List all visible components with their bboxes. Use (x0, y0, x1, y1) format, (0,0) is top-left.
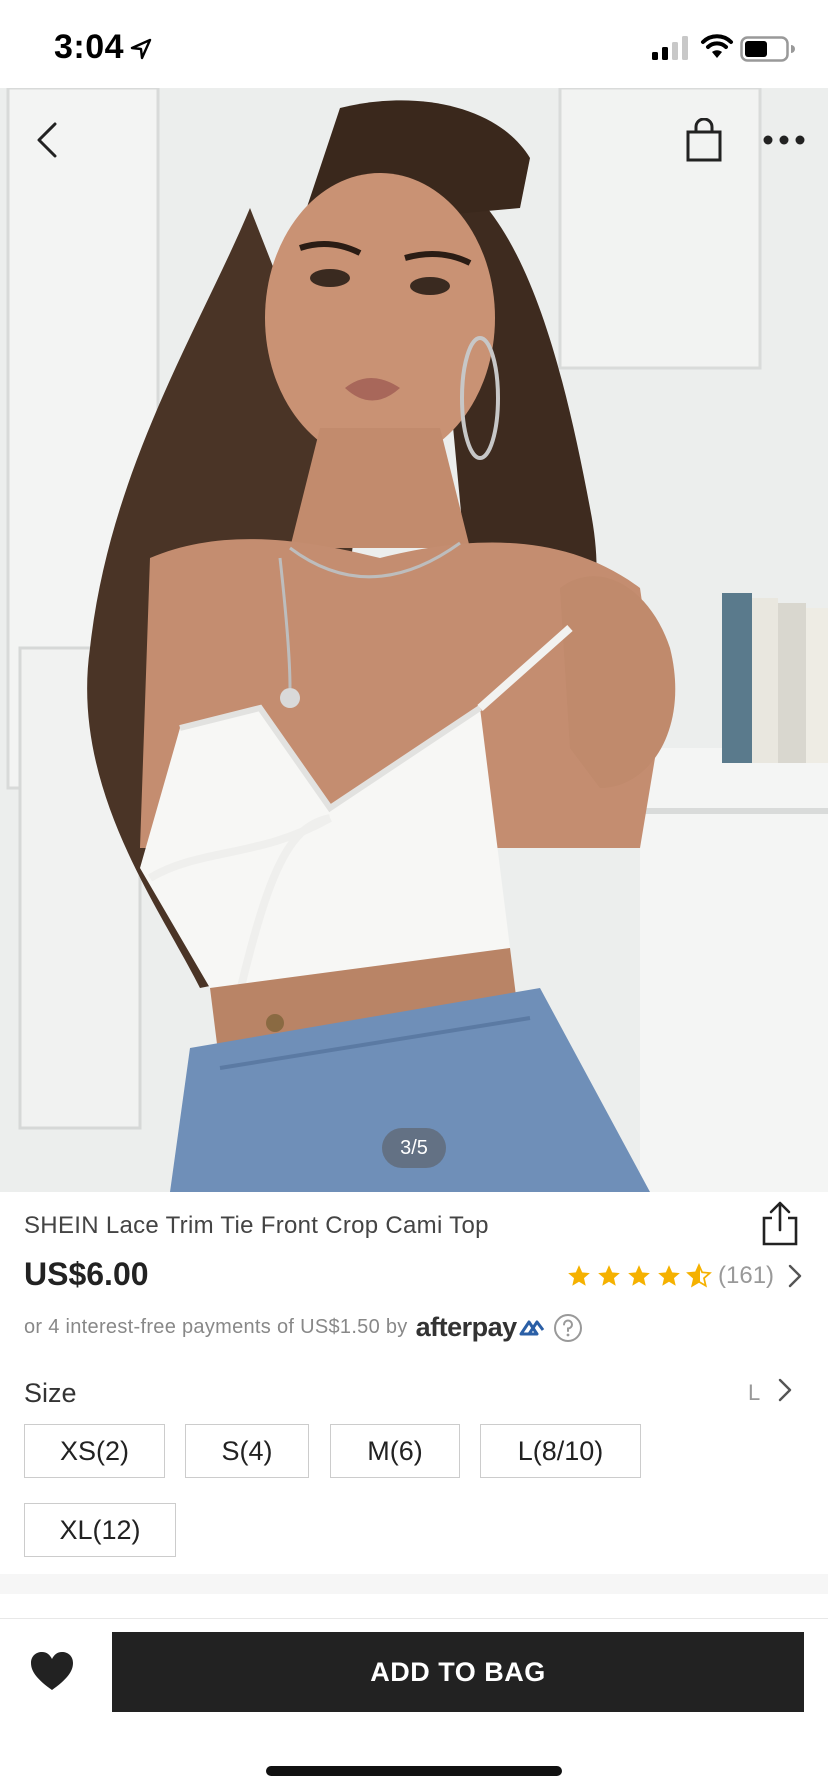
shopping-bag-button[interactable] (674, 110, 734, 170)
home-indicator[interactable] (266, 1766, 562, 1776)
cellular-signal-icon (652, 36, 688, 60)
status-bar: 3:04 (0, 0, 828, 88)
back-chevron-icon (37, 122, 57, 158)
battery-icon (740, 36, 795, 62)
size-option-s[interactable]: S(4) (185, 1424, 309, 1478)
location-arrow-icon (130, 38, 152, 60)
gallery-pager: 3/5 (382, 1128, 446, 1168)
wifi-icon (701, 34, 733, 58)
share-icon[interactable] (758, 1200, 802, 1248)
more-options-button[interactable] (754, 110, 814, 170)
afterpay-text: or 4 interest-free payments of US$1.50 b… (24, 1316, 408, 1338)
rating-stars (566, 1263, 712, 1289)
rating-count: (161) (718, 1262, 775, 1289)
afterpay-arrows-icon (519, 1320, 544, 1335)
product-photo (0, 88, 828, 1192)
half-star-icon (686, 1263, 712, 1288)
size-option-xl[interactable]: XL(12) (24, 1503, 176, 1557)
product-price: US$6.00 (24, 1256, 149, 1292)
rating-summary[interactable]: (161) (566, 1262, 802, 1290)
chevron-right-icon[interactable] (778, 1378, 792, 1402)
bottom-bar-divider (0, 1618, 828, 1619)
size-selected-value[interactable]: L (748, 1380, 760, 1406)
afterpay-row: or 4 interest-free payments of US$1.50 b… (24, 1312, 583, 1343)
status-time: 3:04 (54, 28, 125, 66)
star-icon (568, 1265, 590, 1286)
shopping-bag-icon (686, 118, 722, 162)
star-icon (658, 1265, 680, 1286)
product-image-gallery[interactable]: 3/5 (0, 88, 828, 1192)
section-divider (0, 1574, 828, 1594)
size-option-l[interactable]: L(8/10) (480, 1424, 641, 1478)
product-title: SHEIN Lace Trim Tie Front Crop Cami Top (24, 1212, 489, 1239)
heart-icon[interactable] (28, 1648, 76, 1696)
afterpay-logo: afterpay (415, 1312, 518, 1342)
size-label: Size (24, 1378, 77, 1408)
back-button[interactable] (16, 110, 76, 170)
size-option-m[interactable]: M(6) (330, 1424, 460, 1478)
star-icon (628, 1265, 650, 1286)
add-to-bag-button[interactable]: ADD TO BAG (112, 1632, 804, 1712)
chevron-right-icon (788, 1264, 802, 1288)
help-circle-icon[interactable] (553, 1313, 583, 1343)
more-dots-icon (763, 135, 805, 145)
size-option-xs[interactable]: XS(2) (24, 1424, 165, 1478)
star-icon (598, 1265, 620, 1286)
